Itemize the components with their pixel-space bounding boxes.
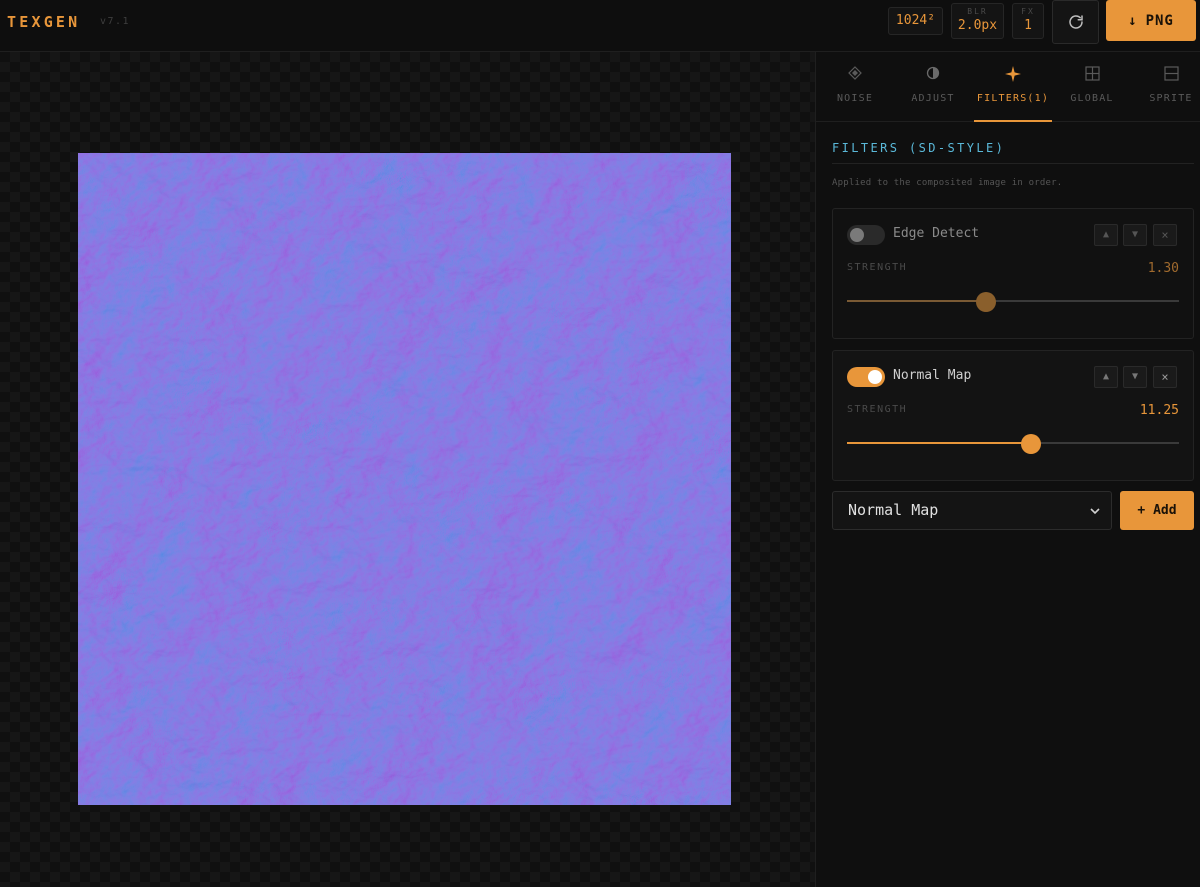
chevron-down-icon	[1090, 508, 1100, 515]
strength-slider[interactable]	[847, 434, 1179, 454]
add-filter-button[interactable]: + Add	[1120, 491, 1194, 530]
resolution-chip[interactable]: 1024²	[888, 7, 943, 35]
section-title: FILTERS (SD-STYLE)	[832, 141, 1006, 155]
filter-card-edge-detect: Edge Detect ▲ ▼ × STRENGTH 1.30	[832, 208, 1194, 339]
slider-fill	[847, 442, 1032, 444]
blur-chip[interactable]: BLR 2.0px	[951, 3, 1004, 39]
top-bar: TEXGEN v7.1 1024² BLR 2.0px FX 1 ↓ PNG	[0, 0, 1200, 52]
filter-toggle[interactable]	[847, 225, 885, 245]
tab-adjust-label: ADJUST	[911, 93, 955, 104]
toggle-knob	[850, 228, 864, 242]
tab-global-label: GLOBAL	[1070, 93, 1114, 104]
sparkle-icon	[1005, 66, 1021, 82]
export-png-button[interactable]: ↓ PNG	[1106, 0, 1196, 41]
slider-thumb[interactable]	[976, 292, 997, 312]
side-panel: NOISE ADJUST FILTERS(1) GLOBAL SPRITE FI…	[815, 52, 1200, 887]
fx-chip-value: 1	[1024, 18, 1032, 33]
filter-toggle[interactable]	[847, 367, 885, 387]
strength-label: STRENGTH	[847, 404, 908, 415]
half-circle-icon	[926, 66, 940, 80]
tab-adjust[interactable]: ADJUST	[894, 52, 972, 122]
strength-value: 1.30	[1147, 261, 1179, 276]
move-up-button[interactable]: ▲	[1094, 224, 1118, 246]
tab-global[interactable]: GLOBAL	[1053, 52, 1131, 122]
tab-sprite-label: SPRITE	[1149, 93, 1193, 104]
grid-icon	[1084, 66, 1100, 81]
fx-chip-label: FX	[1021, 7, 1035, 16]
regenerate-button[interactable]	[1052, 0, 1099, 44]
move-down-button[interactable]: ▼	[1123, 224, 1147, 246]
tab-noise[interactable]: NOISE	[816, 52, 894, 122]
add-filter-select[interactable]: Normal Map	[832, 491, 1112, 530]
blur-chip-label: BLR	[967, 7, 988, 16]
refresh-icon	[1068, 15, 1083, 29]
slider-fill	[847, 300, 987, 302]
strength-label: STRENGTH	[847, 262, 908, 273]
section-description: Applied to the composited image in order…	[832, 178, 1063, 188]
app-version: v7.1	[100, 16, 131, 27]
blur-chip-value: 2.0px	[957, 18, 998, 33]
filter-name: Edge Detect	[893, 226, 980, 241]
panel-tabs: NOISE ADJUST FILTERS(1) GLOBAL SPRITE	[816, 52, 1200, 122]
section-divider	[832, 163, 1194, 164]
strength-slider[interactable]	[847, 292, 1179, 312]
app-logo: TEXGEN	[7, 13, 81, 31]
slider-thumb[interactable]	[1021, 434, 1042, 454]
filter-name: Normal Map	[893, 368, 972, 383]
add-filter-select-value: Normal Map	[848, 501, 939, 519]
move-down-button[interactable]: ▼	[1123, 366, 1147, 388]
fx-chip[interactable]: FX 1	[1012, 3, 1044, 39]
filter-card-normal-map: Normal Map ▲ ▼ × STRENGTH 11.25	[832, 350, 1194, 481]
remove-filter-button[interactable]: ×	[1153, 366, 1177, 388]
remove-filter-button[interactable]: ×	[1153, 224, 1177, 246]
tab-filters[interactable]: FILTERS(1)	[974, 52, 1052, 122]
texture-preview	[78, 153, 731, 805]
tab-sprite[interactable]: SPRITE	[1132, 52, 1200, 122]
diamond-icon	[848, 66, 862, 80]
strength-value: 11.25	[1139, 403, 1179, 418]
sprite-icon	[1163, 66, 1179, 81]
tab-noise-label: NOISE	[836, 93, 874, 104]
move-up-button[interactable]: ▲	[1094, 366, 1118, 388]
toggle-knob	[868, 370, 882, 384]
download-arrow-icon: ↓	[1128, 12, 1138, 29]
tab-filters-label: FILTERS(1)	[976, 93, 1050, 104]
export-png-label: PNG	[1145, 12, 1174, 29]
